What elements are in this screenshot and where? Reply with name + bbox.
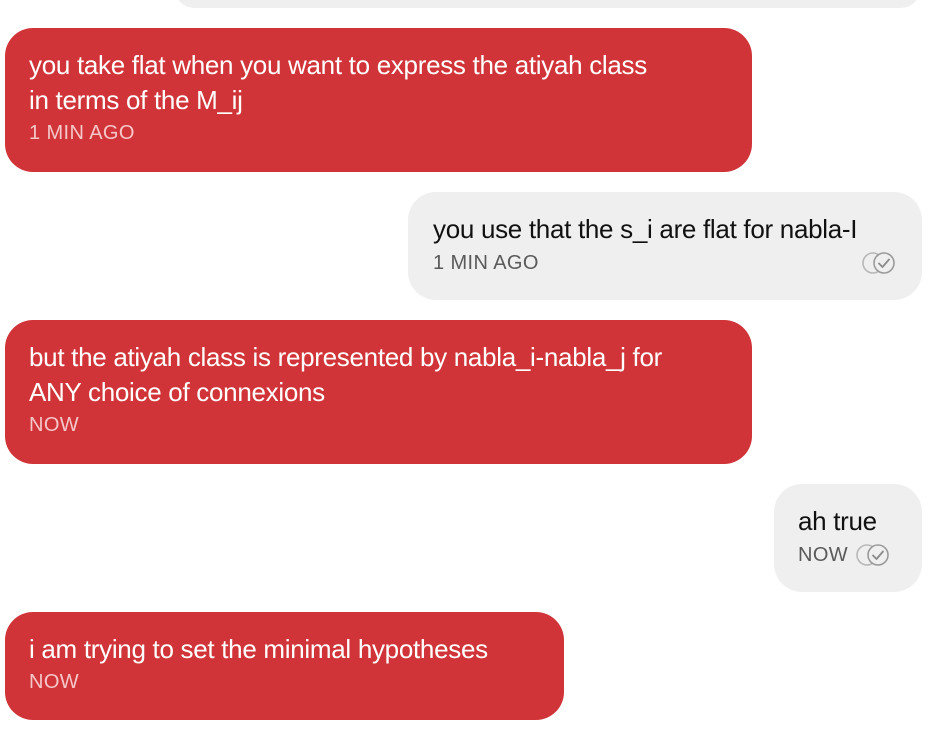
message-timestamp: NOW	[29, 671, 80, 693]
read-check-icon	[860, 251, 898, 275]
message-meta: NOW	[29, 414, 728, 437]
incoming-message[interactable]: you take flat when you want to express t…	[5, 28, 752, 172]
chat-thread: you take flat when you want to express t…	[0, 0, 940, 730]
message-text: ah true	[798, 506, 877, 536]
message-timestamp: 1 MIN AGO	[433, 251, 539, 274]
message-text: i am trying to set the minimal hypothese…	[29, 634, 488, 664]
message-meta: 1 MIN AGO	[433, 251, 898, 275]
message-timestamp: NOW	[798, 543, 849, 566]
incoming-message[interactable]: but the atiyah class is represented by n…	[5, 320, 752, 464]
message-timestamp: 1 MIN AGO	[29, 122, 135, 144]
message-timestamp: NOW	[29, 414, 80, 436]
message-meta: NOW	[798, 543, 898, 567]
message-meta: NOW	[29, 671, 540, 694]
incoming-message[interactable]: i am trying to set the minimal hypothese…	[5, 612, 564, 720]
message-meta: 1 MIN AGO	[29, 122, 728, 145]
message-text: you take flat when you want to express t…	[29, 50, 647, 115]
outgoing-message[interactable]: ah true NOW	[774, 484, 922, 592]
message-text: but the atiyah class is represented by n…	[29, 342, 662, 407]
previous-message-bubble[interactable]	[175, 0, 920, 8]
outgoing-message[interactable]: you use that the s_i are flat for nabla-…	[408, 192, 922, 300]
read-check-icon	[854, 543, 892, 567]
message-text: you use that the s_i are flat for nabla-…	[433, 214, 858, 244]
